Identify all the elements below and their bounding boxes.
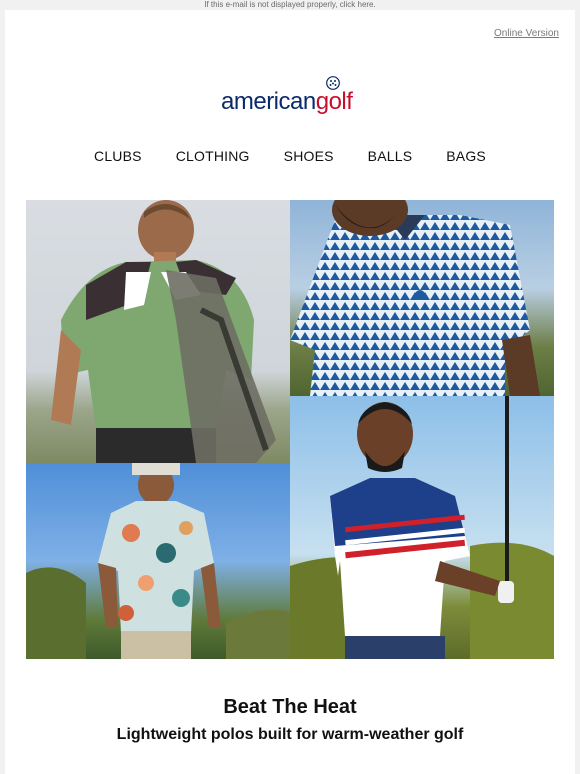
blue-print-polo-illustration	[290, 200, 540, 396]
logo-word-american: american	[221, 88, 316, 115]
hero-image-grid[interactable]	[26, 200, 554, 659]
preheader-link[interactable]: If this e-mail is not displayed properly…	[0, 0, 580, 10]
nav-item-bags[interactable]: BAGS	[446, 148, 486, 164]
american-golf-logo[interactable]: americangolf	[221, 76, 353, 115]
nav-item-shoes[interactable]: SHOES	[284, 148, 334, 164]
section-title: Beat The Heat	[223, 696, 357, 718]
email-card: Online Version americangolf CLUBS CLOTHI…	[5, 10, 575, 774]
nav-item-balls[interactable]: BALLS	[368, 148, 413, 164]
online-version-link[interactable]: Online Version	[494, 28, 559, 39]
striped-polo-illustration	[290, 396, 554, 659]
green-polo-golfer-photo[interactable]	[26, 200, 290, 463]
striped-polo-golfer-photo[interactable]	[290, 396, 554, 659]
main-nav: CLUBS CLOTHING SHOES BALLS BAGS	[5, 148, 575, 164]
nav-item-clubs[interactable]: CLUBS	[94, 148, 142, 164]
blue-print-polo-photo[interactable]	[290, 200, 554, 396]
green-polo-illustration	[51, 200, 276, 463]
nav-item-clothing[interactable]: CLOTHING	[176, 148, 250, 164]
floral-polo-golfer-photo[interactable]	[26, 463, 290, 659]
section-subtitle: Lightweight polos built for warm-weather…	[116, 726, 464, 743]
logo-word-golf: golf	[315, 88, 353, 115]
logo-wordmark: americangolf	[221, 88, 353, 115]
golf-ball-icon	[326, 76, 340, 90]
floral-polo-illustration	[26, 463, 290, 659]
